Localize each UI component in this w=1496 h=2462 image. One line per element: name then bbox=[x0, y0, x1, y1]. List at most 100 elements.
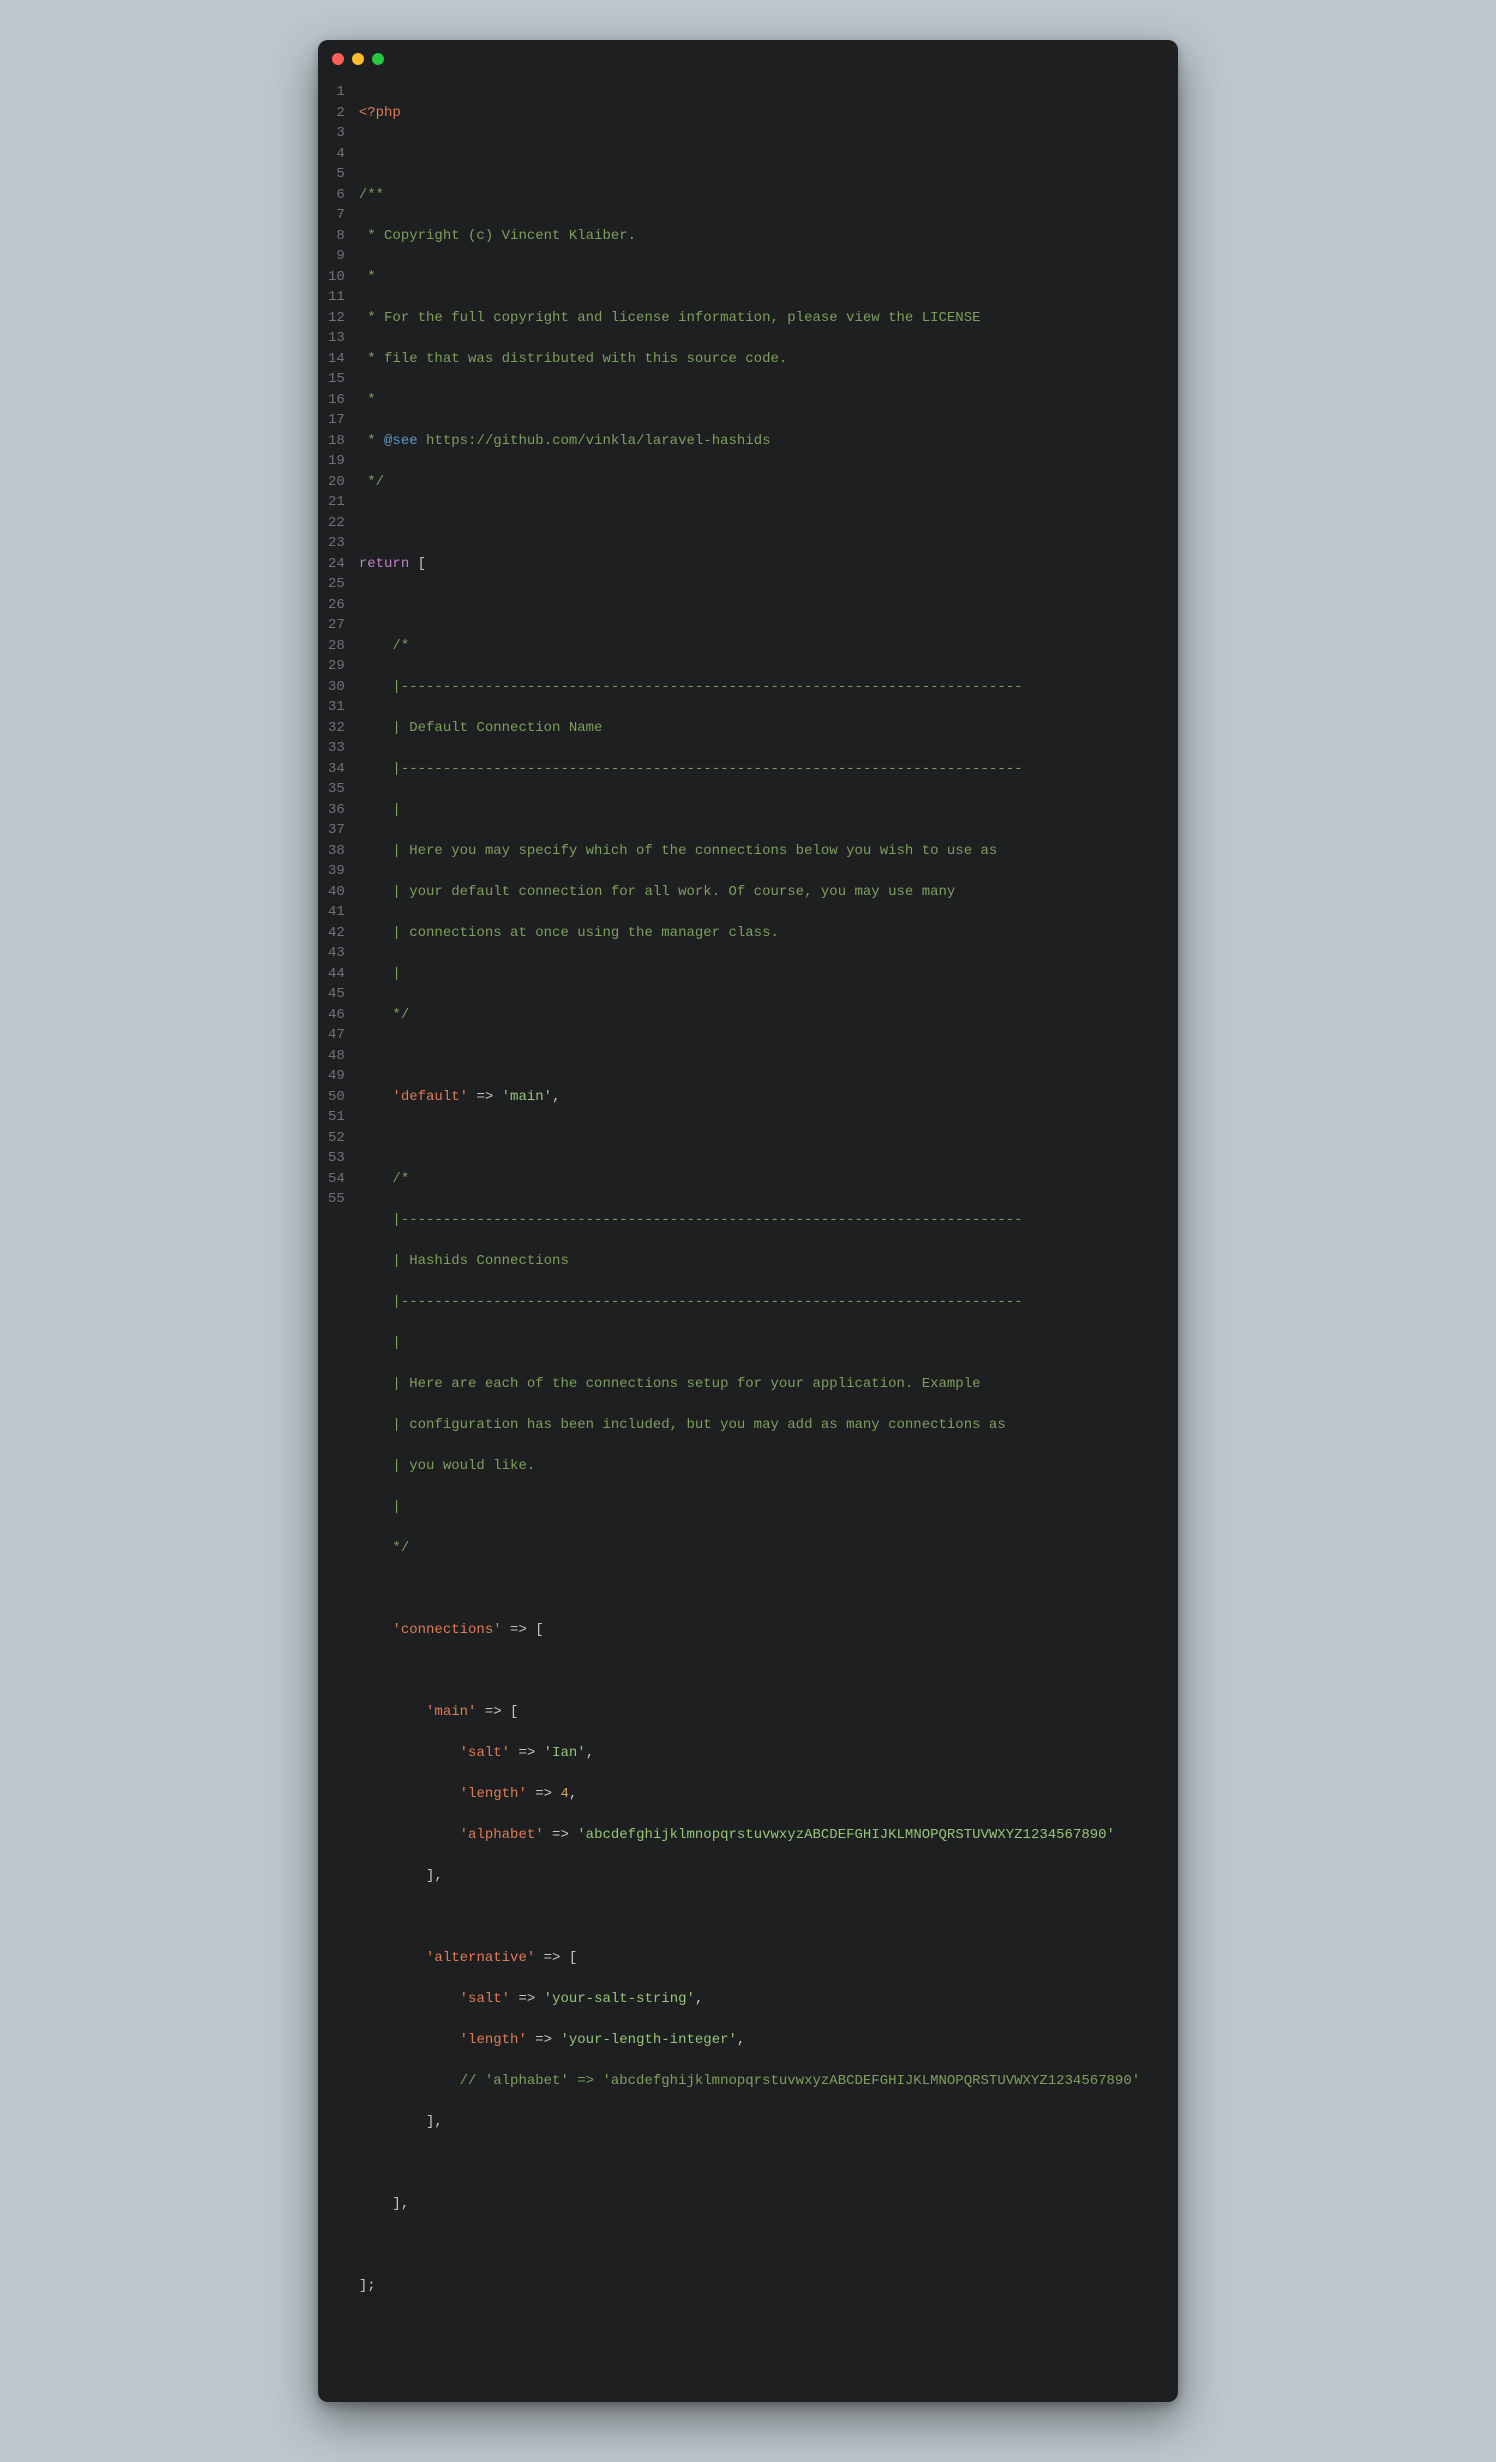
comment-line: | your default connection for all work. … bbox=[359, 884, 956, 900]
arrow: => bbox=[527, 1786, 561, 1802]
comment-line: /* bbox=[359, 1171, 409, 1187]
string-value: 'your-salt-string' bbox=[544, 1991, 695, 2007]
zoom-icon[interactable] bbox=[372, 53, 384, 65]
line-number: 51 bbox=[328, 1107, 345, 1128]
indent bbox=[359, 1991, 460, 2007]
line-number: 15 bbox=[328, 369, 345, 390]
comment-line: | Hashids Connections bbox=[359, 1253, 569, 1269]
array-key: 'default' bbox=[392, 1089, 468, 1105]
arrow: => bbox=[468, 1089, 502, 1105]
line-number: 52 bbox=[328, 1128, 345, 1149]
comment-line: */ bbox=[359, 1540, 409, 1556]
line-number: 4 bbox=[328, 144, 345, 165]
arrow: => bbox=[544, 1827, 578, 1843]
line-number: 21 bbox=[328, 492, 345, 513]
line-number: 36 bbox=[328, 800, 345, 821]
line-number: 14 bbox=[328, 349, 345, 370]
comment-line: |---------------------------------------… bbox=[359, 679, 1023, 695]
line-number: 20 bbox=[328, 472, 345, 493]
string-value: 'your-length-integer' bbox=[560, 2032, 736, 2048]
comment-line: */ bbox=[359, 1007, 409, 1023]
window-titlebar bbox=[318, 40, 1178, 78]
line-number: 45 bbox=[328, 984, 345, 1005]
comment-line: | Here you may specify which of the conn… bbox=[359, 843, 998, 859]
comment-line: // 'alphabet' => 'abcdefghijklmnopqrstuv… bbox=[359, 2073, 1140, 2089]
doc-url: https://github.com/vinkla/laravel-hashid… bbox=[418, 433, 771, 449]
array-key: 'length' bbox=[460, 2032, 527, 2048]
string-value: 'main' bbox=[502, 1089, 552, 1105]
doc-line: * bbox=[359, 269, 376, 285]
line-number: 16 bbox=[328, 390, 345, 411]
bracket-close: ], bbox=[359, 2114, 443, 2130]
indent bbox=[359, 1745, 460, 1761]
comment-line: /* bbox=[359, 638, 409, 654]
line-number: 22 bbox=[328, 513, 345, 534]
line-number: 30 bbox=[328, 677, 345, 698]
line-number: 39 bbox=[328, 861, 345, 882]
indent bbox=[359, 1786, 460, 1802]
arrow: => [ bbox=[502, 1622, 544, 1638]
indent bbox=[359, 1622, 393, 1638]
line-number: 50 bbox=[328, 1087, 345, 1108]
line-number: 13 bbox=[328, 328, 345, 349]
comma: , bbox=[569, 1786, 577, 1802]
line-number: 27 bbox=[328, 615, 345, 636]
line-number: 43 bbox=[328, 943, 345, 964]
line-number: 25 bbox=[328, 574, 345, 595]
array-key: 'main' bbox=[426, 1704, 476, 1720]
doc-open: /** bbox=[359, 187, 384, 203]
array-key: 'salt' bbox=[460, 1745, 510, 1761]
comment-line: | bbox=[359, 966, 401, 982]
line-number: 18 bbox=[328, 431, 345, 452]
doc-close: */ bbox=[359, 474, 384, 490]
array-key: 'alphabet' bbox=[460, 1827, 544, 1843]
indent bbox=[359, 1827, 460, 1843]
line-number: 10 bbox=[328, 267, 345, 288]
line-number: 8 bbox=[328, 226, 345, 247]
indent bbox=[359, 1704, 426, 1720]
doc-line: * bbox=[359, 433, 384, 449]
comment-line: | bbox=[359, 802, 401, 818]
arrow: => [ bbox=[535, 1950, 577, 1966]
comma: , bbox=[552, 1089, 560, 1105]
return-keyword: return bbox=[359, 556, 409, 572]
comment-line: |---------------------------------------… bbox=[359, 1294, 1023, 1310]
line-number: 19 bbox=[328, 451, 345, 472]
array-key: 'length' bbox=[460, 1786, 527, 1802]
line-number: 35 bbox=[328, 779, 345, 800]
comma: , bbox=[586, 1745, 594, 1761]
comment-line: | connections at once using the manager … bbox=[359, 925, 779, 941]
doc-line: * file that was distributed with this so… bbox=[359, 351, 787, 367]
line-number: 28 bbox=[328, 636, 345, 657]
indent bbox=[359, 2032, 460, 2048]
line-number: 26 bbox=[328, 595, 345, 616]
line-number: 29 bbox=[328, 656, 345, 677]
arrow: => bbox=[510, 1745, 544, 1761]
line-number: 46 bbox=[328, 1005, 345, 1026]
comment-line: | configuration has been included, but y… bbox=[359, 1417, 1006, 1433]
comment-line: |---------------------------------------… bbox=[359, 761, 1023, 777]
line-number: 49 bbox=[328, 1066, 345, 1087]
line-number: 11 bbox=[328, 287, 345, 308]
line-number: 38 bbox=[328, 841, 345, 862]
string-value: 'Ian' bbox=[544, 1745, 586, 1761]
indent bbox=[359, 1950, 426, 1966]
arrow: => bbox=[510, 1991, 544, 2007]
line-number: 32 bbox=[328, 718, 345, 739]
line-number: 48 bbox=[328, 1046, 345, 1067]
string-value: 'abcdefghijklmnopqrstuvwxyzABCDEFGHIJKLM… bbox=[577, 1827, 1115, 1843]
line-number: 33 bbox=[328, 738, 345, 759]
number-value: 4 bbox=[560, 1786, 568, 1802]
comma: , bbox=[737, 2032, 745, 2048]
code-editor[interactable]: 1234567891011121314151617181920212223242… bbox=[318, 78, 1178, 2402]
line-number: 1 bbox=[328, 82, 345, 103]
line-number: 3 bbox=[328, 123, 345, 144]
close-icon[interactable] bbox=[332, 53, 344, 65]
code-area[interactable]: <?php /** * Copyright (c) Vincent Klaibe… bbox=[359, 82, 1178, 2378]
minimize-icon[interactable] bbox=[352, 53, 364, 65]
line-number: 24 bbox=[328, 554, 345, 575]
line-number: 34 bbox=[328, 759, 345, 780]
php-open-tag: <?php bbox=[359, 105, 401, 121]
comment-line: | Default Connection Name bbox=[359, 720, 603, 736]
line-number: 53 bbox=[328, 1148, 345, 1169]
